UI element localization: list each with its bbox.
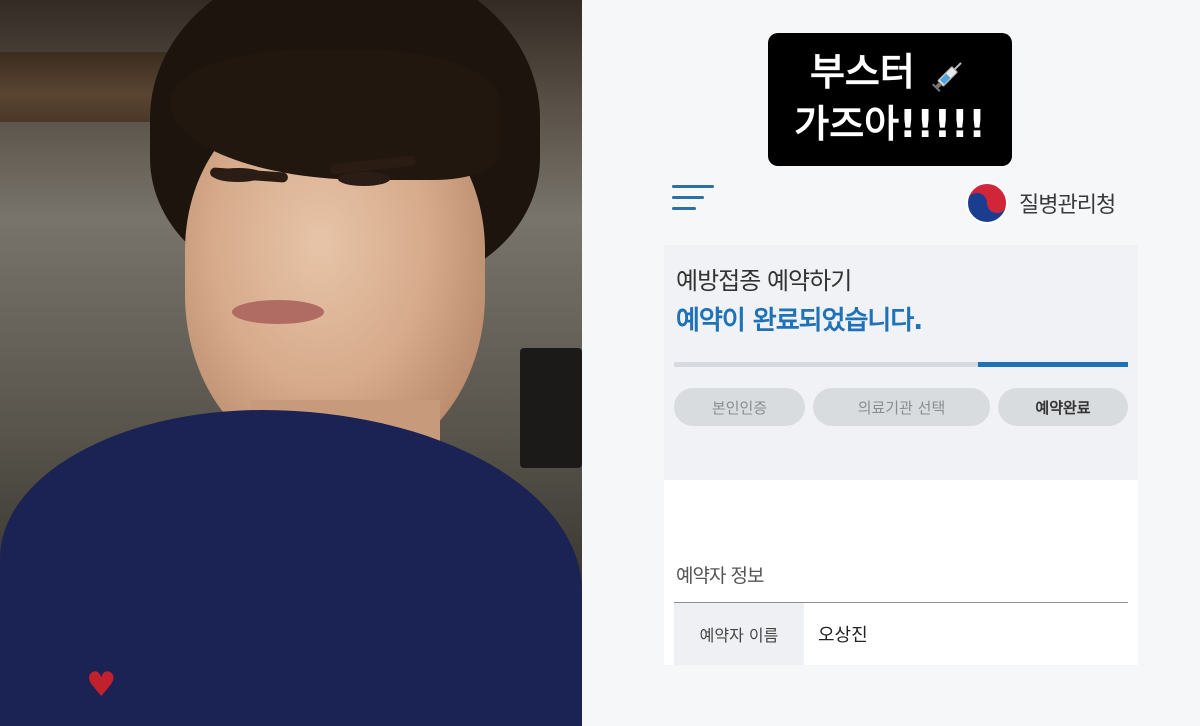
step-reservation-complete[interactable]: 예약완료 [998,388,1128,426]
agency-name: 질병관리청 [1019,193,1116,218]
right-eye [338,172,390,186]
step-identity-verification[interactable]: 본인인증 [674,388,805,426]
completion-message: 예약이 완료되었습니다. [676,306,923,336]
field-value-name: 오상진 [818,625,868,646]
section-title: 예약자 정보 [676,565,764,587]
left-eye [212,168,264,182]
page-title: 예방접종 예약하기 [676,267,852,295]
korea-government-emblem-icon [966,182,1008,224]
sticker-line-1: 부스터 [768,46,1012,98]
background-speaker [520,348,582,468]
progress-fill [978,362,1128,367]
reservation-card: 예방접종 예약하기 예약이 완료되었습니다. 본인인증 의료기관 선택 예약완료… [664,245,1138,665]
profile-photo: ♥ [0,0,582,726]
mouth [232,300,324,324]
sticker-line-2: 가즈아!!!!! [794,102,986,146]
agency-logo: 질병관리청 [965,181,1116,225]
syringe-icon [932,61,962,92]
step-select-clinic[interactable]: 의료기관 선택 [813,388,990,426]
vaccine-reservation-screen: 부스터 가즈아!!!!! 질병관리청 예방접종 예약하기 예약이 완료되었습니다… [582,0,1200,726]
sticker-text-1: 부스터 [809,50,915,94]
progress-bar [674,362,1128,367]
heart-logo-icon: ♥ [86,665,117,705]
text-sticker: 부스터 가즈아!!!!! [768,33,1012,166]
hamburger-menu-icon[interactable] [672,185,714,217]
field-label-name: 예약자 이름 [674,603,804,665]
